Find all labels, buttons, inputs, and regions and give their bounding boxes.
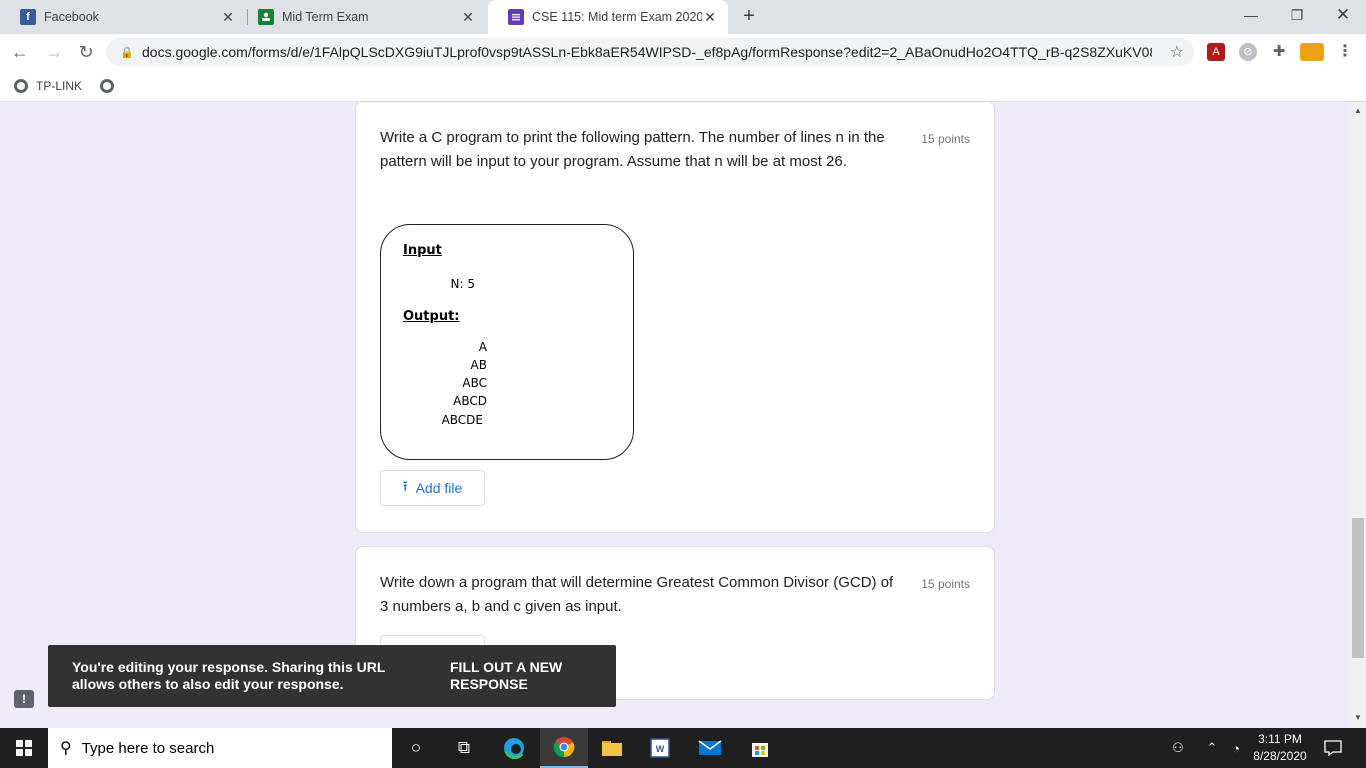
input-label: Input (403, 243, 442, 258)
browser-toolbar: ← → ↻ 🔒 docs.google.com/forms/d/e/1FAlpQ… (0, 34, 1366, 70)
tab-facebook[interactable]: f Facebook ✕ (0, 0, 246, 34)
report-problem-icon[interactable]: ! (14, 690, 34, 708)
pattern-line: A (478, 340, 487, 354)
question-points: 15 points (921, 132, 970, 146)
system-clock[interactable]: 3:11 PM 8/28/2020 (1240, 731, 1320, 765)
file-explorer-icon[interactable] (588, 728, 636, 768)
scroll-up-icon[interactable]: ▲ (1350, 106, 1366, 115)
snackbar-message: You're editing your response. Sharing th… (72, 659, 386, 692)
extension-icon[interactable]: ⊘ (1239, 43, 1257, 61)
restore-button[interactable]: ❐ (1274, 0, 1320, 30)
question-text: Write a C program to print the following… (380, 129, 885, 170)
globe-icon (14, 78, 28, 93)
url-text: docs.google.com/forms/d/e/1FAlpQLScDXG9i… (142, 44, 1152, 60)
minimize-button[interactable]: — (1228, 0, 1274, 30)
upload-icon: ⭱ (402, 478, 408, 494)
store-icon[interactable] (736, 728, 784, 768)
tray-chevron-icon[interactable]: ⌃ (1202, 728, 1222, 768)
tab-strip: f Facebook ✕ Mid Term Exam ✕ CSE 115: Mi… (0, 0, 1366, 34)
input-value: N: 5 (450, 277, 475, 291)
bookmark-star-icon[interactable]: ☆ (1170, 42, 1184, 62)
scroll-down-icon[interactable]: ▼ (1350, 713, 1366, 722)
pattern-line: AB (470, 358, 487, 372)
windows-taskbar: ⚲ Type here to search ○ ⧉ W ⚇ ⌃ ◔ 3:11 P… (0, 728, 1366, 768)
taskbar-search[interactable]: ⚲ Type here to search (48, 728, 392, 768)
address-bar[interactable]: 🔒 docs.google.com/forms/d/e/1FAlpQLScDXG… (106, 38, 1194, 66)
start-button[interactable] (0, 728, 48, 768)
pattern-line: ABC (462, 376, 487, 390)
close-icon[interactable]: ✕ (702, 9, 718, 26)
profile-avatar[interactable] (1300, 43, 1324, 61)
close-icon[interactable]: ✕ (220, 9, 236, 26)
globe-icon[interactable] (100, 78, 115, 93)
edge-icon[interactable] (490, 728, 538, 768)
mail-icon[interactable] (686, 728, 734, 768)
acrobat-extension-icon[interactable]: A (1207, 43, 1225, 61)
add-file-label: Add file (415, 480, 463, 496)
lock-icon: 🔒 (120, 46, 134, 59)
output-label: Output: (403, 309, 460, 324)
windows-logo-icon (16, 740, 32, 756)
puzzle-extensions-icon[interactable]: ✚ (1270, 43, 1288, 61)
add-file-button[interactable]: ⭱ Add file (380, 470, 485, 506)
pattern-line: ABCD (453, 394, 487, 408)
tab-title: Facebook (44, 10, 99, 24)
people-icon[interactable]: ⚇ (1166, 728, 1190, 768)
word-icon[interactable]: W (636, 728, 684, 768)
facebook-icon: f (20, 9, 36, 25)
forward-button[interactable]: → (42, 40, 66, 64)
new-tab-button[interactable]: + (738, 5, 760, 29)
search-icon: ⚲ (60, 740, 72, 757)
page-scrollbar[interactable]: ▲ ▼ (1350, 103, 1366, 728)
edit-response-snackbar: You're editing your response. Sharing th… (48, 645, 616, 707)
chrome-icon[interactable] (540, 728, 588, 768)
tab-mid-term-exam[interactable]: Mid Term Exam ✕ (238, 0, 486, 34)
bookmark-tp-link[interactable]: TP-LINK (36, 79, 82, 93)
question-text: Write down a program that will determine… (380, 574, 894, 615)
search-placeholder: Type here to search (81, 739, 215, 757)
form-content: Write a C program to print the following… (0, 103, 1350, 728)
pattern-line: ABCDE (441, 413, 483, 427)
question-points: 15 points (921, 577, 970, 591)
close-window-button[interactable]: ✕ (1320, 0, 1366, 30)
notifications-icon[interactable] (1322, 728, 1344, 768)
forms-icon (508, 9, 524, 25)
cortana-icon[interactable]: ○ (392, 728, 440, 768)
fill-new-response-button[interactable]: FILL OUT A NEW RESPONSE (450, 659, 600, 693)
clock-date: 8/28/2020 (1253, 749, 1307, 763)
question-card: Write a C program to print the following… (355, 103, 995, 533)
tab-title: CSE 115: Mid term Exam 2020 (532, 10, 702, 24)
task-view-icon[interactable]: ⧉ (440, 728, 488, 768)
bookmarks-bar: TP-LINK (0, 70, 1366, 102)
menu-icon[interactable]: ⋮ (1336, 43, 1354, 61)
scrollbar-thumb[interactable] (1352, 518, 1364, 658)
back-button[interactable]: ← (8, 40, 32, 64)
tab-title: Mid Term Exam (282, 10, 369, 24)
clock-time: 3:11 PM (1258, 732, 1302, 746)
close-icon[interactable]: ✕ (460, 9, 476, 26)
pattern-image: Input N: 5 Output: A AB ABC ABCD ABCDE (380, 224, 634, 460)
reload-button[interactable]: ↻ (74, 40, 98, 64)
classroom-icon (258, 9, 274, 25)
svg-text:W: W (656, 744, 665, 754)
tab-cse115-exam[interactable]: CSE 115: Mid term Exam 2020 ✕ (488, 0, 728, 34)
